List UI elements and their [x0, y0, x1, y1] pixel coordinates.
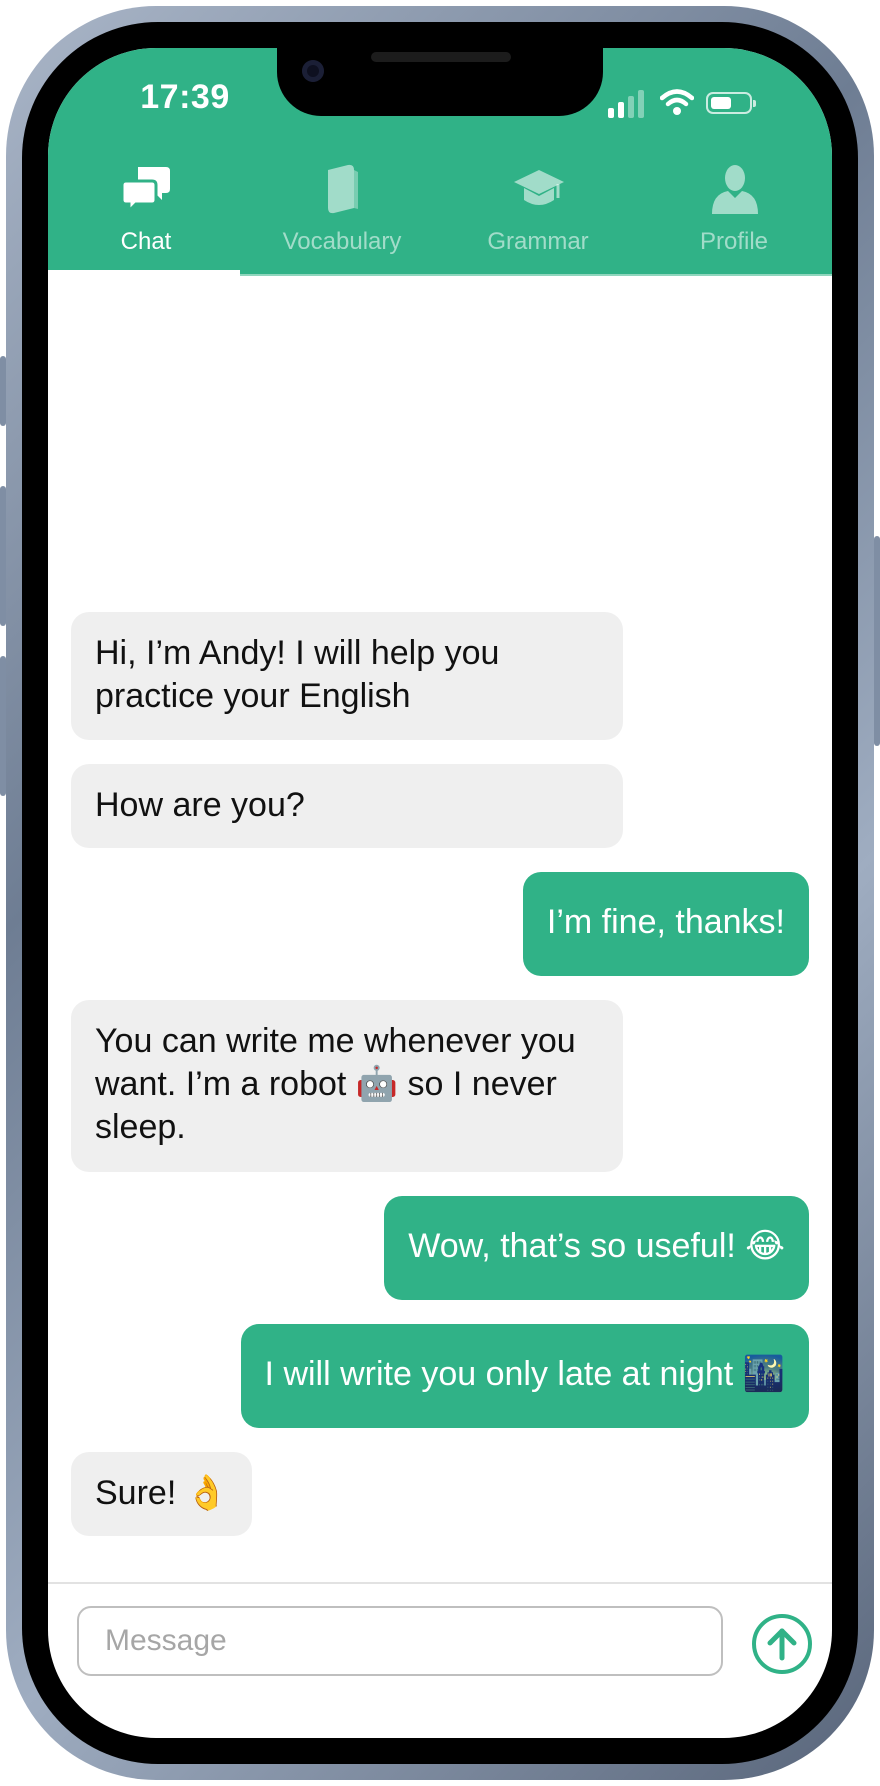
tab-vocabulary[interactable]: Vocabulary — [244, 164, 440, 276]
cellular-signal-icon — [608, 88, 644, 118]
status-icons — [608, 88, 778, 120]
device-notch — [277, 48, 603, 116]
earpiece-speaker — [371, 52, 511, 62]
wifi-icon — [660, 89, 694, 115]
app-header: 17:39 Chat Vocabulary Grammar Profile — [48, 48, 832, 276]
status-time: 17:39 — [140, 78, 230, 116]
volume-up-button — [0, 486, 6, 626]
battery-icon — [706, 92, 756, 114]
graduation-cap-icon — [514, 170, 564, 205]
tab-grammar-label: Grammar — [487, 228, 589, 255]
front-camera — [302, 60, 324, 82]
arrow-up-circle-icon — [767, 1628, 797, 1661]
tab-grammar[interactable]: Grammar — [440, 164, 636, 276]
book-icon — [328, 164, 358, 214]
message-bubble-incoming: You can write me whenever you want. I’m … — [71, 1000, 623, 1172]
tab-vocabulary-label: Vocabulary — [282, 228, 402, 255]
chat-thread[interactable]: Hi, I’m Andy! I will help you practice y… — [48, 276, 832, 1582]
tab-chat[interactable]: Chat — [48, 164, 244, 276]
message-bubble-outgoing: I’m fine, thanks! — [522, 872, 809, 976]
tab-chat-label: Chat — [120, 228, 172, 255]
composer-divider — [48, 1582, 832, 1584]
person-icon — [712, 165, 758, 214]
chat-bubbles-icon — [122, 167, 170, 214]
tab-profile-label: Profile — [699, 228, 769, 255]
message-bubble-incoming: How are you? — [71, 764, 623, 848]
message-bubble-outgoing: I will write you only late at night 🌃 — [240, 1324, 809, 1428]
tab-bar: Chat Vocabulary Grammar Profile — [48, 164, 832, 276]
message-bubble-incoming: Sure! 👌 — [71, 1452, 253, 1536]
message-bubble-outgoing: Wow, that’s so useful! 😂 — [384, 1196, 809, 1300]
tab-profile[interactable]: Profile — [636, 164, 832, 276]
send-button[interactable] — [752, 1614, 812, 1674]
message-input[interactable] — [77, 1606, 723, 1676]
power-button — [874, 536, 880, 746]
message-bubble-incoming: Hi, I’m Andy! I will help you practice y… — [71, 612, 623, 740]
app-screen: 17:39 Chat Vocabulary Grammar Profile Hi… — [48, 48, 832, 1738]
mute-switch — [0, 356, 6, 426]
volume-down-button — [0, 656, 6, 796]
